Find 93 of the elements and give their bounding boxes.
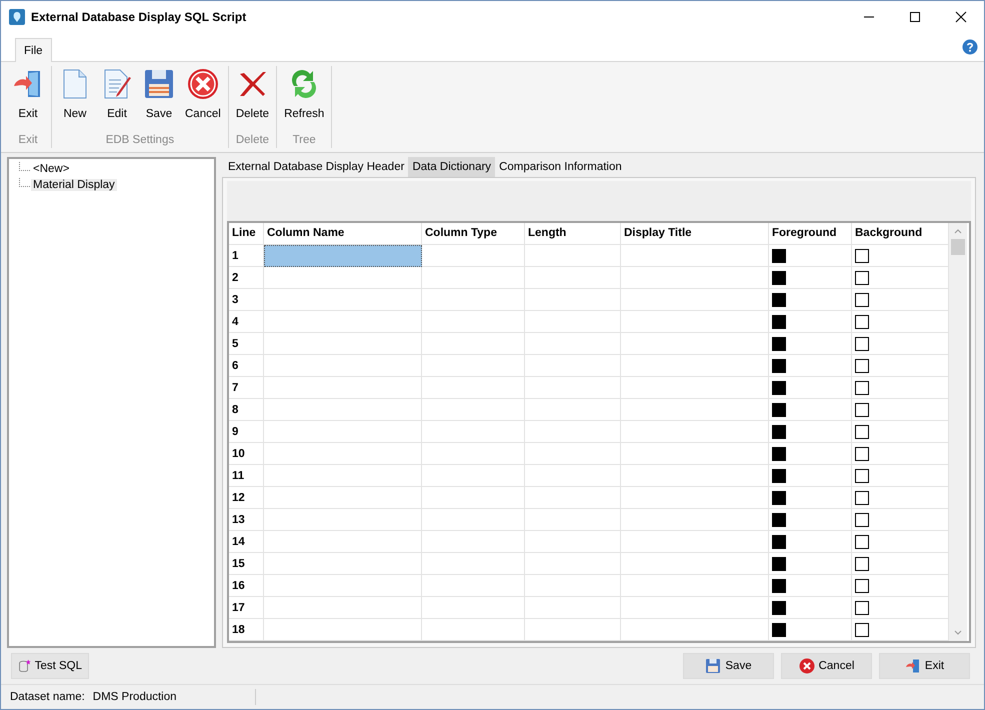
line-number: 5 <box>229 333 264 355</box>
save-button[interactable]: Save <box>138 66 180 134</box>
color-swatch[interactable] <box>855 578 869 592</box>
line-number: 6 <box>229 355 264 377</box>
cancel-button[interactable]: Cancel <box>781 653 872 679</box>
color-swatch[interactable] <box>855 622 869 636</box>
status-label: Dataset name: <box>10 691 85 703</box>
group-label: Tree <box>292 134 316 148</box>
new-button[interactable]: New <box>54 66 96 134</box>
column-header: Display Title <box>621 223 769 245</box>
scrollbar[interactable] <box>949 223 967 641</box>
color-swatch[interactable] <box>772 314 786 328</box>
color-swatch[interactable] <box>855 424 869 438</box>
cancel-icon <box>798 658 815 674</box>
exit-button[interactable]: Exit <box>879 653 970 679</box>
color-swatch[interactable] <box>855 270 869 284</box>
color-swatch[interactable] <box>772 512 786 526</box>
color-swatch[interactable] <box>772 556 786 570</box>
group-label: Exit <box>18 134 38 148</box>
color-swatch[interactable] <box>772 534 786 548</box>
line-number: 13 <box>229 509 264 531</box>
color-swatch[interactable] <box>855 512 869 526</box>
help-icon[interactable] <box>962 39 978 55</box>
color-swatch[interactable] <box>855 248 869 262</box>
color-swatch[interactable] <box>855 446 869 460</box>
tab[interactable]: Data Dictionary <box>408 157 496 177</box>
line-number: 2 <box>229 267 264 289</box>
color-swatch[interactable] <box>772 490 786 504</box>
color-swatch[interactable] <box>855 490 869 504</box>
grid-cell[interactable] <box>264 245 422 267</box>
color-swatch[interactable] <box>855 402 869 416</box>
scroll-up-icon[interactable] <box>953 228 963 234</box>
line-number: 17 <box>229 597 264 619</box>
color-swatch[interactable] <box>772 292 786 306</box>
tree-item[interactable]: Material Display <box>31 179 117 191</box>
delete-button[interactable]: Delete <box>230 66 274 134</box>
window-title: External Database Display SQL Script <box>31 10 246 24</box>
color-swatch[interactable] <box>855 292 869 306</box>
color-swatch[interactable] <box>855 314 869 328</box>
color-swatch[interactable] <box>855 468 869 482</box>
color-swatch[interactable] <box>855 380 869 394</box>
line-number: 15 <box>229 553 264 575</box>
door-exit-icon <box>904 658 921 674</box>
line-number: 4 <box>229 311 264 333</box>
color-swatch[interactable] <box>772 270 786 284</box>
cancel-button[interactable]: Cancel <box>180 66 226 134</box>
color-swatch[interactable] <box>855 358 869 372</box>
line-number: 18 <box>229 619 264 641</box>
line-number: 11 <box>229 465 264 487</box>
line-number: 8 <box>229 399 264 421</box>
exit-button[interactable]: Exit <box>7 66 49 134</box>
color-swatch[interactable] <box>772 402 786 416</box>
color-swatch[interactable] <box>772 622 786 636</box>
scroll-thumb[interactable] <box>951 239 965 255</box>
database-icon <box>18 658 31 674</box>
line-number: 3 <box>229 289 264 311</box>
color-swatch[interactable] <box>772 358 786 372</box>
group-label: EDB Settings <box>106 134 174 148</box>
refresh-button[interactable]: Refresh <box>279 66 330 134</box>
file-tab[interactable]: File <box>15 38 52 62</box>
color-swatch[interactable] <box>855 600 869 614</box>
color-swatch[interactable] <box>772 468 786 482</box>
tree-connector <box>19 162 31 170</box>
status-value: DMS Production <box>92 691 177 703</box>
tree-item[interactable]: <New> <box>31 163 72 175</box>
color-swatch[interactable] <box>855 534 869 548</box>
color-swatch[interactable] <box>772 248 786 262</box>
tree-connector <box>19 178 31 186</box>
app-icon <box>9 9 25 25</box>
cancel-icon <box>186 68 219 100</box>
color-swatch[interactable] <box>772 578 786 592</box>
color-swatch[interactable] <box>855 556 869 570</box>
line-number: 16 <box>229 575 264 597</box>
color-swatch[interactable] <box>772 600 786 614</box>
scroll-down-icon[interactable] <box>953 630 963 636</box>
edit-button[interactable]: Edit <box>96 66 138 134</box>
line-number: 10 <box>229 443 264 465</box>
line-number: 9 <box>229 421 264 443</box>
color-swatch[interactable] <box>772 446 786 460</box>
color-swatch[interactable] <box>772 380 786 394</box>
column-header: Column Type <box>422 223 525 245</box>
color-swatch[interactable] <box>772 336 786 350</box>
color-swatch[interactable] <box>772 424 786 438</box>
test-sql-button[interactable]: Test SQL <box>11 653 89 679</box>
color-swatch[interactable] <box>855 336 869 350</box>
save-button[interactable]: Save <box>683 653 774 679</box>
column-header: Length <box>525 223 621 245</box>
line-number: 7 <box>229 377 264 399</box>
group-label: Delete <box>236 134 270 148</box>
line-number: 14 <box>229 531 264 553</box>
column-header: Line <box>229 223 264 245</box>
line-number: 12 <box>229 487 264 509</box>
column-header: Foreground <box>769 223 852 245</box>
